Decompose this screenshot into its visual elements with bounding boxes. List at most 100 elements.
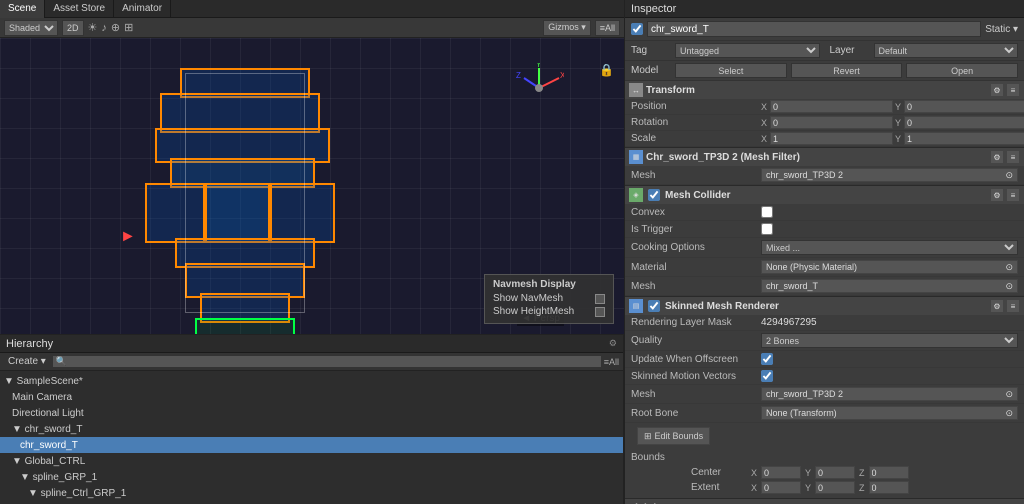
- meshfilter-menu-icon[interactable]: ≡: [1006, 150, 1020, 164]
- skinned-mesh-settings-icon[interactable]: ⚙: [990, 299, 1004, 313]
- rendering-layer-value: 4294967295: [761, 317, 1018, 328]
- rotation-y-axis: Y: [895, 118, 903, 128]
- bounds-center-label: Center: [691, 467, 751, 478]
- layer-select[interactable]: Default: [874, 43, 1019, 58]
- meshfilter-settings-icon[interactable]: ⚙: [990, 150, 1004, 164]
- viewport[interactable]: ► X Y Z 🔒 ◄ Persp: [0, 38, 624, 334]
- position-row: Position X Y Z: [625, 99, 1024, 115]
- hier-item-splinectrl1[interactable]: ▼ spline_Ctrl_GRP_1: [0, 485, 623, 501]
- extent-z-input[interactable]: [869, 481, 909, 494]
- svg-text:X: X: [560, 71, 564, 80]
- center-x-input[interactable]: [761, 466, 801, 479]
- static-label[interactable]: Static ▾: [985, 24, 1018, 35]
- hierarchy-toolbar: Create ▾ 🔍 ≡All: [0, 353, 623, 371]
- rotation-x-axis: X: [761, 118, 769, 128]
- edit-bounds-row: ⊞ Edit Bounds: [625, 423, 1024, 449]
- rotation-x-input[interactable]: [770, 116, 893, 129]
- hierarchy-all-filter[interactable]: ≡All: [604, 357, 619, 367]
- all-filter-button[interactable]: ≡All: [595, 20, 620, 36]
- extent-x-input[interactable]: [761, 481, 801, 494]
- collider-mesh-browse[interactable]: ⊙: [1005, 281, 1013, 292]
- cooking-options-select[interactable]: Mixed ...: [761, 240, 1018, 255]
- 2d-button[interactable]: 2D: [62, 20, 84, 36]
- select-button[interactable]: Select: [675, 63, 787, 78]
- mesh-filter-browse-icon[interactable]: ⊙: [1005, 170, 1013, 181]
- center-z-input[interactable]: [869, 466, 909, 479]
- quality-select[interactable]: 2 Bones: [761, 333, 1018, 348]
- scene-toolbar: Shaded 2D ☀ ♪ ⊕ ⊞ Gizmos ▾ ≡All: [0, 18, 624, 38]
- lighting-header[interactable]: Lighting: [625, 499, 1024, 504]
- skinned-mesh-menu-icon[interactable]: ≡: [1006, 299, 1020, 313]
- object-active-checkbox[interactable]: [631, 23, 643, 35]
- hier-item-chrsword-child[interactable]: chr_sword_T: [0, 437, 623, 453]
- skinned-mesh-active-checkbox[interactable]: [648, 300, 660, 312]
- hier-item-maincamera[interactable]: Main Camera: [0, 389, 623, 405]
- is-trigger-checkbox[interactable]: [761, 223, 773, 235]
- meshcollider-settings-icon[interactable]: ⚙: [990, 188, 1004, 202]
- center-z-axis: Z: [859, 468, 865, 478]
- hier-item-globalctrl[interactable]: ▼ Global_CTRL: [0, 453, 623, 469]
- audio-icon[interactable]: ♪: [101, 22, 107, 34]
- meshfilter-icon: ▦: [629, 150, 643, 164]
- hier-item-chrsword[interactable]: ▼ chr_sword_T: [0, 421, 623, 437]
- lock-icon[interactable]: 🔒: [599, 63, 614, 77]
- center-y-axis: Y: [805, 468, 811, 478]
- object-name-input[interactable]: [647, 21, 981, 37]
- navmesh-height-checkbox[interactable]: [595, 307, 605, 317]
- effects-icon[interactable]: ⊕: [111, 21, 120, 34]
- tag-label: Tag: [631, 45, 671, 56]
- lighting-section: Lighting Light Probes Blend Probes Refle…: [625, 499, 1024, 504]
- transform-menu-icon[interactable]: ≡: [1006, 83, 1020, 97]
- revert-button[interactable]: Revert: [791, 63, 903, 78]
- position-x-input[interactable]: [770, 100, 893, 113]
- bounds-icon: ⊞: [644, 431, 652, 442]
- update-offscreen-checkbox[interactable]: [761, 353, 773, 365]
- meshcollider-header[interactable]: ◈ Mesh Collider ⚙ ≡: [625, 186, 1024, 204]
- position-y-input[interactable]: [904, 100, 1024, 113]
- collider-material-browse[interactable]: ⊙: [1005, 262, 1013, 273]
- scale-x-input[interactable]: [770, 132, 893, 145]
- tab-scene[interactable]: Scene: [0, 0, 45, 18]
- edit-bounds-button[interactable]: ⊞ Edit Bounds: [637, 427, 710, 445]
- transform-settings-icon[interactable]: ⚙: [990, 83, 1004, 97]
- rotation-label: Rotation: [631, 117, 761, 128]
- skinned-motion-checkbox[interactable]: [761, 370, 773, 382]
- shaded-select[interactable]: Shaded: [4, 20, 58, 36]
- hier-item-samplescene[interactable]: ▼ SampleScene*: [0, 373, 623, 389]
- navmesh-checkbox[interactable]: [595, 294, 605, 304]
- create-button[interactable]: Create ▾: [4, 356, 50, 367]
- hierarchy-title: Hierarchy: [6, 338, 53, 350]
- quality-label: Quality: [631, 335, 761, 346]
- scale-y-input[interactable]: [904, 132, 1024, 145]
- skinned-mesh-header[interactable]: ▤ Skinned Mesh Renderer ⚙ ≡: [625, 297, 1024, 315]
- open-button[interactable]: Open: [906, 63, 1018, 78]
- navmesh-show-item: Show NavMesh: [493, 293, 605, 304]
- skinned-mesh-section: ▤ Skinned Mesh Renderer ⚙ ≡ Rendering La…: [625, 297, 1024, 499]
- tab-animator[interactable]: Animator: [114, 0, 171, 18]
- hierarchy-settings-icon[interactable]: ⚙: [609, 338, 617, 349]
- hier-item-splinegrp1[interactable]: ▼ spline_GRP_1: [0, 469, 623, 485]
- root-bone-value: None (Transform): [766, 408, 837, 418]
- transform-header[interactable]: ↔ Transform ⚙ ≡: [625, 81, 1024, 99]
- skinned-mesh-browse[interactable]: ⊙: [1005, 389, 1013, 400]
- convex-checkbox[interactable]: [761, 206, 773, 218]
- gizmos-button[interactable]: Gizmos ▾: [543, 20, 591, 36]
- tab-asset-store[interactable]: Asset Store: [45, 0, 114, 18]
- skinned-mesh-mesh-value: chr_sword_TP3D 2: [766, 389, 843, 399]
- rotation-y-input[interactable]: [904, 116, 1024, 129]
- root-bone-browse[interactable]: ⊙: [1005, 408, 1013, 419]
- light-icon[interactable]: ☀: [88, 21, 98, 34]
- object-name-row: Static ▾: [625, 18, 1024, 41]
- meshfilter-header[interactable]: ▦ Chr_sword_TP3D 2 (Mesh Filter) ⚙ ≡: [625, 148, 1024, 166]
- position-label: Position: [631, 101, 761, 112]
- convex-label: Convex: [631, 207, 761, 218]
- overlay-icon[interactable]: ⊞: [124, 21, 133, 34]
- extent-y-input[interactable]: [815, 481, 855, 494]
- cooking-options-label: Cooking Options: [631, 242, 761, 253]
- meshcollider-menu-icon[interactable]: ≡: [1006, 188, 1020, 202]
- tag-select[interactable]: Untagged: [675, 43, 820, 58]
- hier-item-dirlight[interactable]: Directional Light: [0, 405, 623, 421]
- center-y-input[interactable]: [815, 466, 855, 479]
- bounds-title: Bounds: [631, 452, 1018, 463]
- meshcollider-active-checkbox[interactable]: [648, 189, 660, 201]
